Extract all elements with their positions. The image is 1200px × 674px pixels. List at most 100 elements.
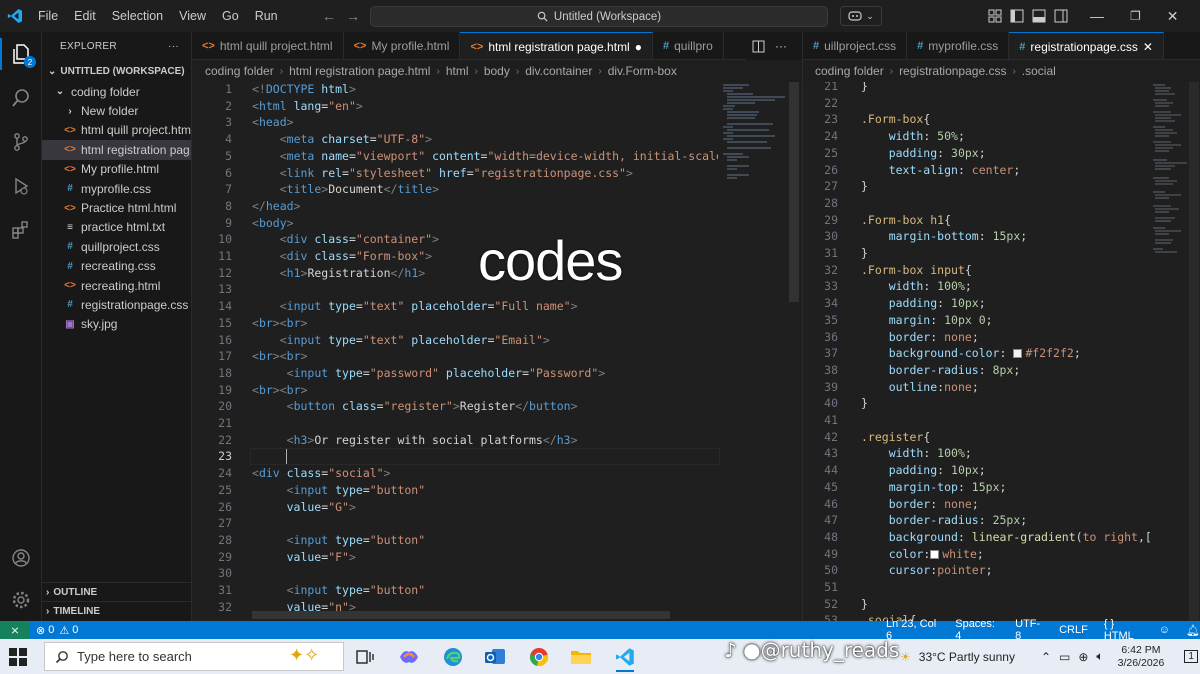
outline-section[interactable]: › OUTLINE <box>42 582 192 601</box>
copilot-status-icon[interactable]: ☺ <box>1159 624 1170 636</box>
breadcrumb-item[interactable]: coding folder <box>205 64 274 78</box>
html-editor[interactable]: 1 2 3 4 5 6 7 8 9 10 11 12 13 14 15 16 17 18 19 20 21 22 23 24 2… <box>192 82 802 621</box>
toggle-secondary-sidebar-icon[interactable] <box>1054 9 1068 23</box>
file-tree-item[interactable]: ⌄ coding folder <box>42 82 191 101</box>
problems-indicator[interactable]: ⊗ 0 ⚠ 0 <box>36 624 78 637</box>
timeline-section[interactable]: › TIMELINE <box>42 601 192 620</box>
customize-layout-icon[interactable] <box>988 9 1002 23</box>
unsaved-dot-icon[interactable]: ● <box>635 40 642 54</box>
breadcrumb-item[interactable]: html <box>446 64 469 78</box>
vertical-scrollbar[interactable] <box>1189 82 1199 621</box>
vertical-scrollbar[interactable] <box>789 82 799 302</box>
weather-text[interactable]: 33°C Partly sunny <box>919 650 1015 664</box>
css-editor[interactable]: 21 22 23 24 25 26 27 28 29 30 31 32 33 34 35 36 37 38 39 40… <box>803 82 1200 621</box>
toggle-panel-icon[interactable] <box>1032 9 1046 23</box>
toggle-primary-sidebar-icon[interactable] <box>1010 9 1024 23</box>
breadcrumb-item[interactable]: registrationpage.css <box>899 64 1006 78</box>
line-number: 8 <box>225 198 232 213</box>
breadcrumb-item[interactable]: .social <box>1022 64 1056 78</box>
file-tree-item[interactable]: # recreating.css <box>42 257 191 276</box>
file-tree-item[interactable]: <> html registration pag... <box>42 140 191 160</box>
left-editor-tabs: <> html quill project.html <> My profile.ht… <box>192 32 802 60</box>
run-debug-activity[interactable] <box>0 164 42 208</box>
explorer-activity[interactable]: 2 <box>0 32 42 76</box>
file-tree-item[interactable]: <> My profile.html <box>42 160 191 179</box>
restore-icon[interactable]: ❐ <box>1130 9 1141 23</box>
notifications-icon[interactable]: 🔔︎ <box>1186 624 1200 637</box>
editor-tab[interactable]: # myprofile.css <box>907 32 1010 59</box>
task-view-icon[interactable] <box>350 643 380 670</box>
editor-tab[interactable]: # uillproject.css <box>803 32 908 59</box>
color-swatch[interactable] <box>1013 349 1023 359</box>
battery-icon[interactable]: ▭ <box>1059 650 1070 664</box>
horizontal-scrollbar[interactable] <box>252 611 670 619</box>
file-tree-item[interactable]: # quillproject.css <box>42 237 191 256</box>
menu-item[interactable]: Run <box>247 0 286 32</box>
breadcrumb-item[interactable]: div.Form-box <box>608 64 677 78</box>
menu-item[interactable]: View <box>171 0 214 32</box>
minimize-icon[interactable]: — <box>1090 8 1104 24</box>
breadcrumb-item[interactable]: div.container <box>525 64 592 78</box>
network-icon[interactable]: ⊕ <box>1078 650 1088 664</box>
end-of-line[interactable]: CRLF <box>1059 624 1088 636</box>
weather-icon[interactable]: ☀︎ <box>900 650 911 664</box>
taskbar-search[interactable]: Type here to search ✦✧ <box>44 642 344 671</box>
remote-indicator[interactable]: ⨯ <box>0 621 30 639</box>
volume-icon[interactable]: 🔈︎ <box>1096 649 1103 664</box>
code-token: charset <box>314 132 370 147</box>
color-swatch[interactable] <box>930 549 940 559</box>
menu-item[interactable]: Selection <box>104 0 171 32</box>
more-actions-icon[interactable]: ··· <box>168 41 179 52</box>
search-activity[interactable] <box>0 76 42 120</box>
chevron-up-icon[interactable]: ⌃ <box>1041 650 1051 664</box>
editor-tab[interactable]: <> html registration page.html ● <box>460 32 653 59</box>
editor-tab[interactable]: # registrationpage.css ✕ <box>1009 32 1164 59</box>
copilot-button[interactable]: ⌄ <box>840 6 882 26</box>
back-arrow-icon[interactable]: ← <box>322 8 336 24</box>
file-tree-item[interactable]: <> Practice html.html <box>42 198 191 217</box>
accounts-activity[interactable] <box>0 536 42 580</box>
notification-center-icon[interactable]: 1 <box>1184 650 1198 663</box>
file-tree-item[interactable]: # myprofile.css <box>42 179 191 198</box>
code-token: ; <box>1020 513 1028 528</box>
split-editor-icon[interactable] <box>752 40 765 53</box>
close-tab-icon[interactable]: ✕ <box>1143 40 1153 54</box>
command-center[interactable]: Untitled (Workspace) <box>370 6 828 27</box>
editor-tab[interactable]: <> html quill project.html <box>192 32 344 59</box>
more-actions-icon[interactable]: ··· <box>775 39 787 53</box>
outlook-icon[interactable] <box>480 643 510 670</box>
copilot-app-icon[interactable] <box>394 643 424 670</box>
breadcrumb-item[interactable]: html registration page.html <box>289 64 430 78</box>
menu-item[interactable]: File <box>30 0 66 32</box>
file-tree-item[interactable]: › New folder <box>42 101 191 120</box>
file-tree-item[interactable]: <> html quill project.html <box>42 121 191 140</box>
menu-item[interactable]: Go <box>214 0 247 32</box>
forward-arrow-icon[interactable]: → <box>346 8 360 24</box>
code-token: br <box>258 349 273 364</box>
extensions-activity[interactable] <box>0 208 42 252</box>
editor-tab[interactable]: # quillpro <box>653 32 724 59</box>
minimap[interactable] <box>719 82 789 222</box>
edge-browser-icon[interactable] <box>438 643 468 670</box>
editor-tab[interactable]: <> My profile.html <box>344 32 461 59</box>
file-explorer-icon[interactable] <box>566 643 596 670</box>
chrome-icon[interactable] <box>524 643 554 670</box>
line-number: 5 <box>225 148 232 163</box>
close-window-icon[interactable]: ✕ <box>1167 8 1179 25</box>
minimap[interactable] <box>1151 82 1191 262</box>
vscode-taskbar-icon[interactable] <box>610 643 640 672</box>
file-tree-item[interactable]: ≡ practice html.txt <box>42 218 191 237</box>
file-tree-item[interactable]: <> recreating.html <box>42 276 191 295</box>
workspace-root[interactable]: ⌄ UNTITLED (WORKSPACE) <box>42 60 191 82</box>
source-control-activity[interactable] <box>0 120 42 164</box>
manage-activity[interactable] <box>0 578 42 622</box>
windows-start-icon[interactable] <box>8 647 28 670</box>
menu-item[interactable]: Edit <box>66 0 104 32</box>
file-tree-item[interactable]: # registrationpage.css <box>42 295 191 314</box>
code-token: : <box>978 513 993 528</box>
code-token: = <box>522 365 530 380</box>
breadcrumb-item[interactable]: body <box>484 64 510 78</box>
breadcrumb-item[interactable]: coding folder <box>815 64 884 78</box>
file-tree-item[interactable]: ▣ sky.jpg <box>42 315 191 334</box>
clock[interactable]: 6:42 PM 3/26/2026 <box>1118 644 1165 670</box>
